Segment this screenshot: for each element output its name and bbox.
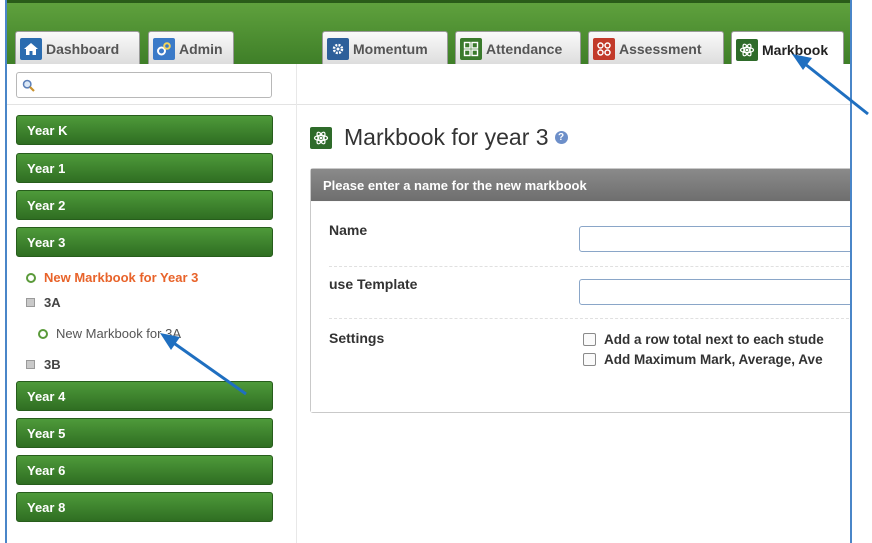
- arrow-to-new-markbook-3a: [160, 333, 247, 396]
- arrow-to-markbook-tab: [792, 54, 869, 116]
- annotation-arrows: [160, 54, 869, 396]
